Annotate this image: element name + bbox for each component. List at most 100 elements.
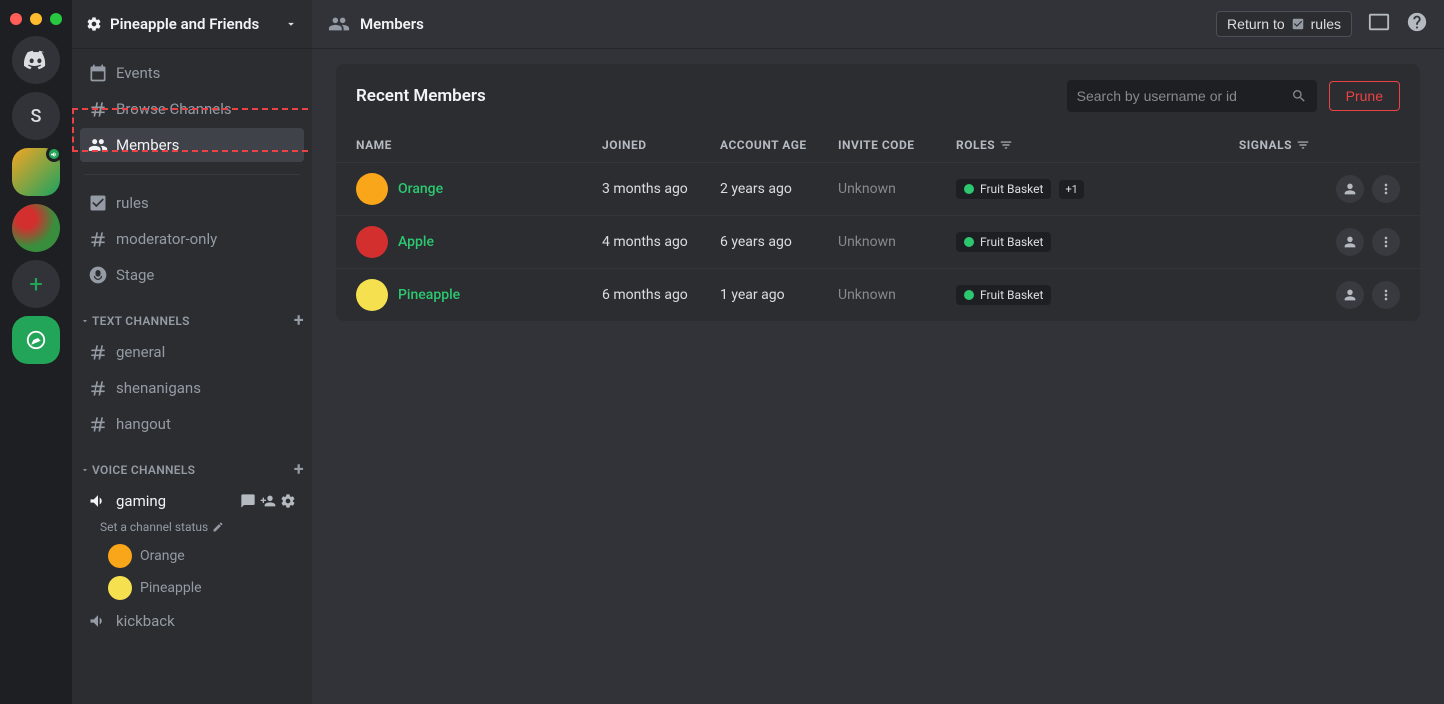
category-label: TEXT CHANNELS [92,314,190,328]
age-cell: 2 years ago [720,181,838,197]
member-list: Orange 3 months ago 2 years ago Unknown … [336,162,1420,321]
server-item-active[interactable] [12,148,60,196]
roles-cell: Fruit Basket [956,232,1190,252]
server-item[interactable] [12,204,60,252]
add-channel-icon[interactable]: + [294,459,304,480]
channel-label: gaming [116,492,166,510]
chevron-down-icon [80,465,90,475]
more-icon[interactable] [1372,281,1400,309]
table-header: NAME JOINED ACCOUNT AGE INVITE CODE ROLE… [336,128,1420,162]
invite-icon[interactable] [260,493,276,509]
chevron-down-icon [80,316,90,326]
role-extra[interactable]: +1 [1059,180,1083,199]
channel-label: rules [116,194,149,212]
window-controls [10,13,62,25]
channel-rules[interactable]: rules [80,186,304,220]
member-name: Orange [398,181,443,197]
category-text[interactable]: TEXT CHANNELS + [72,294,312,335]
status-label: Set a channel status [100,520,208,534]
joined-cell: 4 months ago [602,234,720,250]
search-icon [1291,88,1307,104]
avatar [356,279,388,311]
col-name[interactable]: NAME [356,138,602,152]
col-roles[interactable]: ROLES [956,138,1190,152]
member-row[interactable]: Apple 4 months ago 6 years ago Unknown F… [336,215,1420,268]
member-name: Orange [140,548,185,564]
server-dropdown[interactable]: Pineapple and Friends [72,0,312,48]
invite-cell: Unknown [838,181,956,197]
channel-status[interactable]: Set a channel status [72,520,312,534]
voice-channel-gaming[interactable]: gaming [80,484,304,518]
rules-icon [88,193,108,213]
close-window[interactable] [10,13,22,25]
minimize-window[interactable] [30,13,42,25]
prune-button[interactable]: Prune [1329,81,1400,111]
return-channel: rules [1311,16,1341,32]
voice-member[interactable]: Pineapple [72,572,312,604]
age-cell: 6 years ago [720,234,838,250]
col-invite[interactable]: INVITE CODE [838,138,956,152]
search-input[interactable] [1077,88,1291,104]
hash-icon [88,414,108,434]
return-prefix: Return to [1227,16,1285,32]
voice-channel-kickback[interactable]: kickback [80,604,304,638]
role-chip[interactable]: Fruit Basket [956,179,1051,199]
channel-label: general [116,343,165,361]
add-channel-icon[interactable]: + [294,310,304,331]
channel-moderator[interactable]: moderator-only [80,222,304,256]
col-joined[interactable]: JOINED [602,138,720,152]
col-age[interactable]: ACCOUNT AGE [720,138,838,152]
col-signals[interactable]: SIGNALS [1190,138,1310,152]
members-icon [88,135,108,155]
channel-hangout[interactable]: hangout [80,407,304,441]
avatar [108,576,132,600]
server-rail: S + [0,0,72,704]
role-chip[interactable]: Fruit Basket [956,285,1051,305]
voice-member[interactable]: Orange [72,540,312,572]
maximize-window[interactable] [50,13,62,25]
server-name: Pineapple and Friends [110,15,259,33]
channel-general[interactable]: general [80,335,304,369]
member-action-icon[interactable] [1336,228,1364,256]
col-label: SIGNALS [1239,138,1292,152]
return-button[interactable]: Return to rules [1216,11,1352,37]
roles-cell: Fruit Basket +1 [956,179,1190,199]
add-server-button[interactable]: + [12,260,60,308]
server-letter: S [31,106,42,127]
role-dot [964,290,974,300]
channel-label: hangout [116,415,171,433]
more-icon[interactable] [1372,228,1400,256]
channel-label: moderator-only [116,230,217,248]
channel-stage[interactable]: Stage [80,258,304,292]
member-row[interactable]: Pineapple 6 months ago 1 year ago Unknow… [336,268,1420,321]
home-button[interactable] [12,36,60,84]
nav-label: Members [116,136,179,154]
member-row[interactable]: Orange 3 months ago 2 years ago Unknown … [336,162,1420,215]
member-name: Pineapple [140,580,202,596]
member-action-icon[interactable] [1336,175,1364,203]
nav-events[interactable]: Events [80,56,304,90]
search-wrapper [1067,80,1317,112]
role-dot [964,237,974,247]
member-action-icon[interactable] [1336,281,1364,309]
channel-label: shenanigans [116,379,201,397]
age-cell: 1 year ago [720,287,838,303]
gear-icon[interactable] [280,493,296,509]
server-item[interactable]: S [12,92,60,140]
filter-icon [1296,138,1310,152]
more-icon[interactable] [1372,175,1400,203]
nav-label: Browse Channels [116,100,232,118]
nav-members[interactable]: Members [80,128,304,162]
nav-browse[interactable]: Browse Channels [80,92,304,126]
content-area: Recent Members Prune NAME JOINED ACCOUNT… [312,48,1444,704]
help-icon[interactable] [1406,11,1428,37]
inbox-icon[interactable] [1368,11,1390,37]
explore-button[interactable] [12,316,60,364]
col-label: ROLES [956,138,995,152]
joined-cell: 3 months ago [602,181,720,197]
category-voice[interactable]: VOICE CHANNELS + [72,443,312,484]
channel-shenanigans[interactable]: shenanigans [80,371,304,405]
invite-cell: Unknown [838,234,956,250]
chat-icon[interactable] [240,493,256,509]
role-chip[interactable]: Fruit Basket [956,232,1051,252]
